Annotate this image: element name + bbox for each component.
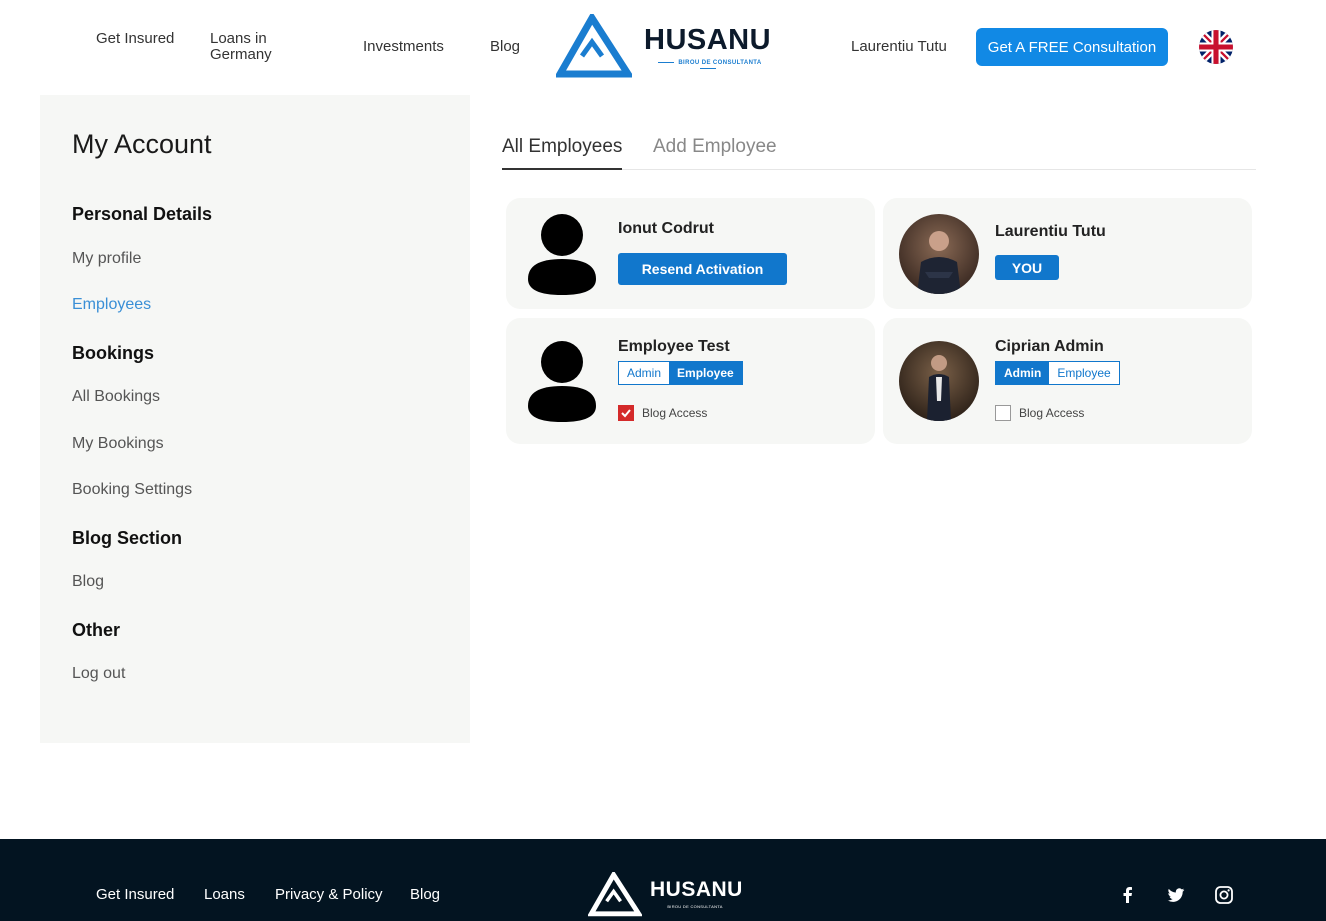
account-sidebar: My Account Personal Details My profile E… — [40, 95, 470, 743]
sidebar-heading-personal-details: Personal Details — [72, 204, 213, 224]
site-logo[interactable]: HUSANU BIROU DE CONSULTANTA — [556, 14, 776, 80]
resend-activation-button[interactable]: Resend Activation — [618, 253, 787, 285]
role-option-employee[interactable]: Employee — [669, 362, 742, 384]
nav-blog[interactable]: Blog — [490, 39, 520, 55]
uk-flag-icon[interactable] — [1199, 30, 1233, 64]
tab-add-employee[interactable]: Add Employee — [653, 136, 777, 168]
site-footer: Get Insured Loans Privacy & Policy Blog … — [0, 839, 1326, 921]
checkmark-icon — [621, 409, 631, 418]
default-avatar-icon — [528, 341, 596, 422]
sidebar-item-blog[interactable]: Blog — [72, 573, 104, 591]
employee-name: Employee Test — [618, 338, 730, 355]
nav-loans-in-germany[interactable]: Loans in Germany — [210, 31, 300, 63]
footer-link-privacy-policy[interactable]: Privacy & Policy — [275, 886, 383, 903]
default-avatar-icon — [528, 214, 596, 295]
sidebar-title: My Account — [72, 129, 212, 159]
role-option-admin[interactable]: Admin — [996, 362, 1050, 384]
logo-wordmark: HUSANU — [644, 24, 772, 56]
blog-access-label: Blog Access — [642, 406, 708, 420]
employee-card: Ciprian Admin Admin Employee Blog Access — [883, 318, 1252, 444]
tab-all-employees[interactable]: All Employees — [502, 136, 623, 170]
facebook-icon[interactable] — [1118, 885, 1138, 905]
employee-name: Ciprian Admin — [995, 338, 1104, 355]
sidebar-heading-other: Other — [72, 620, 121, 640]
footer-link-blog[interactable]: Blog — [410, 886, 440, 903]
footer-link-loans[interactable]: Loans — [204, 886, 245, 903]
role-toggle: Admin Employee — [618, 361, 743, 385]
role-option-admin[interactable]: Admin — [619, 362, 670, 384]
you-badge: YOU — [995, 255, 1059, 280]
logo-mark-icon — [588, 872, 642, 917]
role-option-employee[interactable]: Employee — [1049, 362, 1119, 384]
nav-get-insured[interactable]: Get Insured — [96, 31, 186, 47]
avatar — [899, 214, 979, 294]
blog-access-checkbox[interactable] — [618, 405, 634, 421]
employee-name: Ionut Codrut — [618, 220, 714, 237]
employee-name: Laurentiu Tutu — [995, 223, 1106, 240]
footer-link-get-insured[interactable]: Get Insured — [96, 886, 174, 903]
sidebar-item-log-out[interactable]: Log out — [72, 665, 125, 683]
nav-investments[interactable]: Investments — [363, 39, 444, 55]
employee-card: Laurentiu Tutu YOU — [883, 198, 1252, 309]
site-header: Get Insured Loans in Germany Investments… — [0, 0, 1326, 95]
employee-card: Ionut Codrut Resend Activation — [506, 198, 875, 309]
footer-logo-tagline: BIROU DE CONSULTANTA — [667, 904, 723, 909]
footer-logo[interactable]: HUSANU BIROU DE CONSULTANTA — [588, 872, 748, 918]
free-consultation-button[interactable]: Get A FREE Consultation — [976, 28, 1168, 66]
blog-access-checkbox[interactable] — [995, 405, 1011, 421]
sidebar-item-booking-settings[interactable]: Booking Settings — [72, 481, 192, 499]
sidebar-item-employees[interactable]: Employees — [72, 296, 151, 314]
role-toggle: Admin Employee — [995, 361, 1120, 385]
avatar — [899, 341, 979, 421]
logo-mark-icon — [556, 14, 632, 78]
sidebar-heading-blog-section: Blog Section — [72, 528, 183, 548]
logo-tagline: BIROU DE CONSULTANTA — [645, 60, 771, 72]
blog-access-label: Blog Access — [1019, 406, 1085, 420]
sidebar-item-all-bookings[interactable]: All Bookings — [72, 388, 160, 406]
sidebar-item-my-profile[interactable]: My profile — [72, 250, 141, 268]
header-user-name[interactable]: Laurentiu Tutu — [851, 38, 947, 55]
sidebar-heading-bookings: Bookings — [72, 343, 155, 363]
footer-logo-wordmark: HUSANU — [650, 878, 743, 901]
twitter-icon[interactable] — [1166, 885, 1186, 905]
employee-card: Employee Test Admin Employee Blog Access — [506, 318, 875, 444]
instagram-icon[interactable] — [1214, 885, 1234, 905]
sidebar-item-my-bookings[interactable]: My Bookings — [72, 435, 164, 453]
employee-tabs: All Employees Add Employee — [502, 130, 1256, 170]
